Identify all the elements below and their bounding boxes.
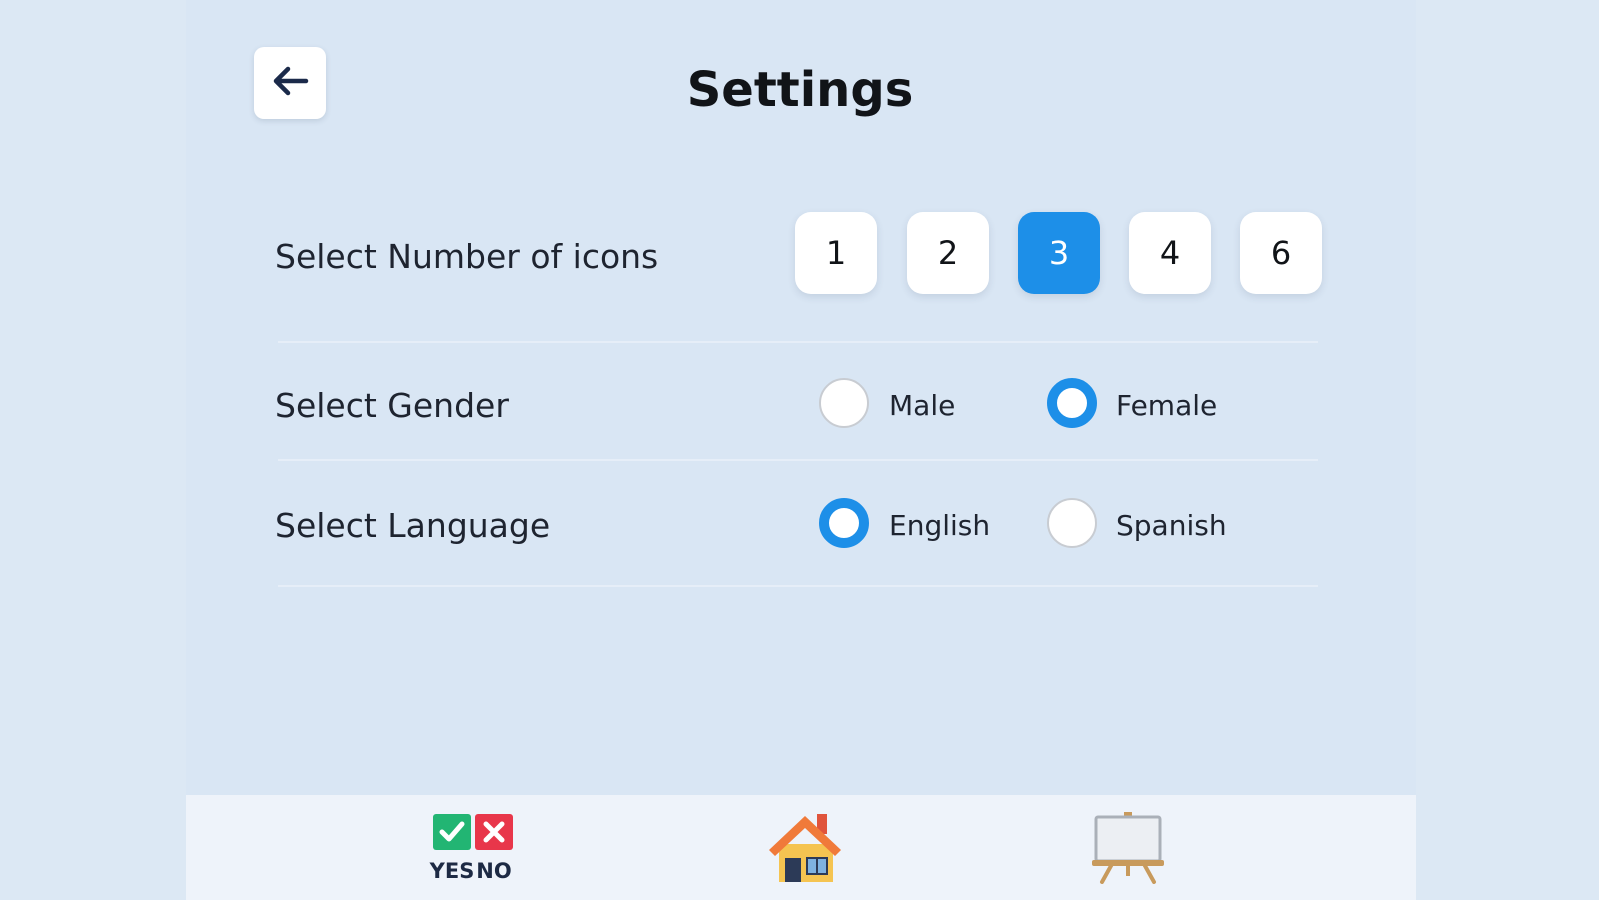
gender-female-label[interactable]: Female <box>1116 386 1217 426</box>
gender-label: Select Gender <box>275 386 509 425</box>
board-nav-button[interactable] <box>1078 805 1178 895</box>
app-screen: Settings Select Number of icons 1 2 3 4 … <box>0 0 1599 900</box>
yes-no-nav-button[interactable]: YES NO <box>423 805 523 895</box>
gender-female-radio[interactable] <box>1047 378 1097 428</box>
no-text: NO <box>476 859 511 883</box>
icons-count-option-4[interactable]: 4 <box>1129 212 1211 294</box>
gender-male-label[interactable]: Male <box>889 386 955 426</box>
row-divider <box>278 341 1318 343</box>
gender-male-radio[interactable] <box>819 378 869 428</box>
home-nav-button[interactable] <box>755 805 855 895</box>
page-title: Settings <box>686 62 914 118</box>
icons-count-option-2[interactable]: 2 <box>907 212 989 294</box>
back-button[interactable] <box>254 47 326 119</box>
house-icon <box>765 810 845 890</box>
arrow-left-icon <box>270 64 310 102</box>
icons-count-label: Select Number of icons <box>275 237 659 276</box>
language-english-label[interactable]: English <box>889 506 990 546</box>
row-divider <box>278 585 1318 587</box>
icons-count-option-3-selected[interactable]: 3 <box>1018 212 1100 294</box>
language-spanish-label[interactable]: Spanish <box>1116 506 1227 546</box>
language-english-radio[interactable] <box>819 498 869 548</box>
row-divider <box>278 459 1318 461</box>
yes-no-icon: YES NO <box>427 812 519 888</box>
language-spanish-radio[interactable] <box>1047 498 1097 548</box>
yes-text: YES <box>429 859 475 883</box>
easel-board-icon <box>1090 812 1166 888</box>
icons-count-option-1[interactable]: 1 <box>795 212 877 294</box>
language-label: Select Language <box>275 506 551 545</box>
icons-count-option-6[interactable]: 6 <box>1240 212 1322 294</box>
